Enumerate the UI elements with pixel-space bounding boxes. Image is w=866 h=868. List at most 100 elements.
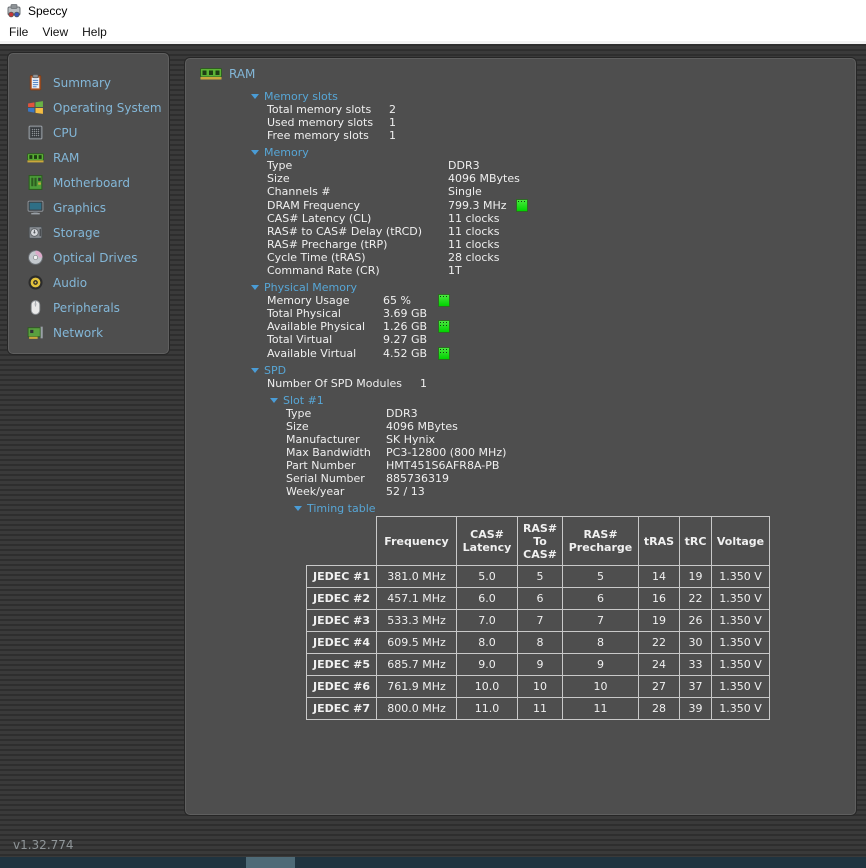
info-label: Available Physical — [267, 320, 383, 333]
info-row: Used memory slots1 — [186, 116, 855, 129]
sidebar-item-ram[interactable]: RAM — [9, 145, 168, 170]
timing-table-cell: 37 — [680, 676, 712, 698]
ram-content-panel: RAM Memory slotsTotal memory slots2Used … — [185, 58, 856, 815]
timing-table-cell: 14 — [639, 566, 680, 588]
timing-table-cell: 5.0 — [457, 566, 518, 588]
sidebar-item-label: Operating System — [53, 101, 162, 115]
info-row: Total Physical3.69 GB — [186, 307, 855, 320]
timing-table-row-name: JEDEC #3 — [307, 610, 377, 632]
menu-item-help[interactable]: Help — [75, 23, 114, 41]
sidebar-item-peripherals[interactable]: Peripherals — [9, 295, 168, 320]
info-value: 4096 MBytes — [386, 420, 458, 433]
usage-meter-used — [439, 295, 449, 299]
info-value: 4096 MBytes — [448, 172, 520, 185]
info-row: TypeDDR3 — [186, 159, 855, 172]
sidebar-item-summary[interactable]: Summary — [9, 70, 168, 95]
info-row: Memory Usage65 % — [186, 294, 855, 307]
timing-table-cell: 533.3 MHz — [377, 610, 457, 632]
section-title: SPD — [264, 364, 286, 377]
sidebar-item-audio[interactable]: Audio — [9, 270, 168, 295]
timing-table-cell: 7.0 — [457, 610, 518, 632]
section-header-slot-1[interactable]: Slot #1 — [186, 394, 855, 407]
timing-table-cell: 27 — [639, 676, 680, 698]
workspace: Summary Operating System CPU RAM Motherboard… — [0, 44, 866, 868]
version-label: v1.32.774 — [13, 838, 74, 852]
timing-table-row-name: JEDEC #7 — [307, 698, 377, 720]
page-title-label: RAM — [229, 67, 255, 81]
ram-icon — [200, 66, 222, 81]
sidebar-item-optical-drives[interactable]: Optical Drives — [9, 245, 168, 270]
sidebar-item-label: RAM — [53, 151, 79, 165]
info-label: Type — [286, 407, 386, 420]
speccy-logo-icon — [6, 3, 22, 19]
sidebar-item-label: CPU — [53, 126, 77, 140]
section-title: Timing table — [307, 502, 376, 515]
info-value: DDR3 — [448, 159, 480, 172]
collapse-arrow-icon — [294, 506, 302, 511]
info-label: Available Virtual — [267, 347, 383, 360]
info-label: Total Virtual — [267, 333, 383, 346]
info-value: 11 clocks — [448, 225, 499, 238]
info-label: Total memory slots — [267, 103, 389, 116]
sidebar: Summary Operating System CPU RAM Motherboard… — [8, 53, 169, 354]
timing-table-cell: 16 — [639, 588, 680, 610]
section-header-spd[interactable]: SPD — [186, 364, 855, 377]
section-header-timing-table[interactable]: Timing table — [186, 502, 855, 515]
timing-table-cell: 1.350 V — [712, 698, 770, 720]
sidebar-item-label: Peripherals — [53, 301, 120, 315]
taskbar-button[interactable] — [246, 857, 295, 868]
info-label: Size — [286, 420, 386, 433]
timing-table-blank-cell — [307, 517, 377, 566]
section-title: Memory — [264, 146, 309, 159]
timing-table-row: JEDEC #1381.0 MHz5.05514191.350 V — [307, 566, 770, 588]
info-row: CAS# Latency (CL)11 clocks — [186, 212, 855, 225]
timing-table-cell: 22 — [680, 588, 712, 610]
sidebar-item-network[interactable]: Network — [9, 320, 168, 345]
info-value: 11 clocks — [448, 238, 499, 251]
sidebar-item-motherboard[interactable]: Motherboard — [9, 170, 168, 195]
timing-table-cell: 1.350 V — [712, 588, 770, 610]
section-header-physical-memory[interactable]: Physical Memory — [186, 281, 855, 294]
info-value: 1.26 GB — [383, 320, 427, 333]
timing-table-cell: 9 — [563, 654, 639, 676]
timing-table-column-header: RAS# Precharge — [563, 517, 639, 566]
info-row: Channels #Single — [186, 185, 855, 198]
info-row: RAS# to CAS# Delay (tRCD)11 clocks — [186, 225, 855, 238]
timing-table-column-header: Frequency — [377, 517, 457, 566]
info-row: Serial Number885736319 — [186, 472, 855, 485]
timing-table-column-header: CAS# Latency — [457, 517, 518, 566]
sidebar-item-graphics[interactable]: Graphics — [9, 195, 168, 220]
sidebar-item-storage[interactable]: Storage — [9, 220, 168, 245]
timing-table-column-header: tRC — [680, 517, 712, 566]
info-row: Free memory slots1 — [186, 129, 855, 142]
section-header-memory[interactable]: Memory — [186, 146, 855, 159]
sidebar-item-cpu[interactable]: CPU — [9, 120, 168, 145]
collapse-arrow-icon — [270, 398, 278, 403]
timing-table-cell: 609.5 MHz — [377, 632, 457, 654]
section-header-memory-slots[interactable]: Memory slots — [186, 90, 855, 103]
usage-meter — [438, 320, 450, 333]
menu-item-file[interactable]: File — [2, 23, 35, 41]
info-value: Single — [448, 185, 482, 198]
timing-table-cell: 19 — [680, 566, 712, 588]
info-value: 52 / 13 — [386, 485, 425, 498]
timing-table-cell: 10.0 — [457, 676, 518, 698]
menu-item-view[interactable]: View — [35, 23, 75, 41]
timing-table-cell: 457.1 MHz — [377, 588, 457, 610]
collapse-arrow-icon — [251, 94, 259, 99]
info-label: Total Physical — [267, 307, 383, 320]
storage-icon — [27, 224, 44, 241]
section-title: Physical Memory — [264, 281, 357, 294]
timing-table-cell: 8.0 — [457, 632, 518, 654]
info-value: 1 — [389, 116, 396, 129]
info-label: Max Bandwidth — [286, 446, 386, 459]
section-title: Memory slots — [264, 90, 338, 103]
sidebar-item-operating-system[interactable]: Operating System — [9, 95, 168, 120]
timing-table-row: JEDEC #3533.3 MHz7.07719261.350 V — [307, 610, 770, 632]
timing-table-cell: 1.350 V — [712, 566, 770, 588]
timing-table-row: JEDEC #2457.1 MHz6.06616221.350 V — [307, 588, 770, 610]
timing-table: FrequencyCAS# LatencyRAS# To CAS#RAS# Pr… — [306, 516, 770, 720]
timing-table-cell: 9 — [518, 654, 563, 676]
info-row: DRAM Frequency799.3 MHz — [186, 199, 855, 212]
timing-table-row-name: JEDEC #6 — [307, 676, 377, 698]
